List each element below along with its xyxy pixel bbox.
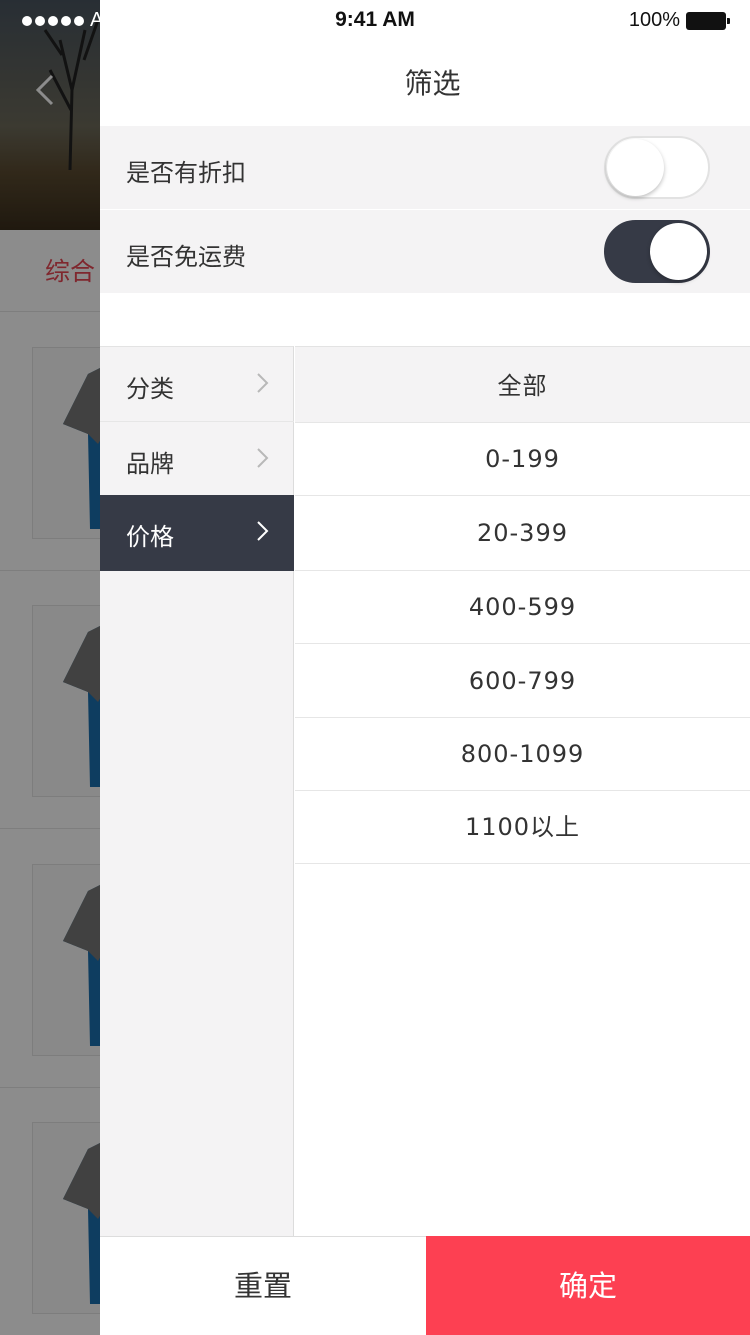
reset-button[interactable]: 重置 bbox=[100, 1237, 426, 1335]
category-sidebar: 分类 品牌 价格 bbox=[100, 346, 294, 1236]
free-shipping-switch-label: 是否免运费 bbox=[126, 243, 246, 271]
drawer-header: 筛选 bbox=[100, 42, 750, 126]
category-item-classification[interactable]: 分类 bbox=[100, 347, 294, 421]
chevron-right-icon bbox=[257, 521, 269, 541]
category-item-price[interactable]: 价格 bbox=[100, 495, 294, 571]
battery-icon bbox=[686, 11, 730, 30]
toggle-knob bbox=[650, 223, 707, 280]
status-right: 100% bbox=[629, 9, 730, 32]
chevron-right-icon bbox=[257, 373, 269, 393]
discount-toggle[interactable] bbox=[604, 136, 710, 199]
confirm-button[interactable]: 确定 bbox=[426, 1236, 750, 1335]
discount-switch-label: 是否有折扣 bbox=[126, 159, 246, 187]
battery-percentage: 100% bbox=[628, 9, 680, 31]
status-bar: AT&T 9:41 AM 100% bbox=[0, 0, 750, 42]
price-option[interactable]: 20-399 bbox=[295, 496, 750, 571]
price-option[interactable]: 0-199 bbox=[295, 423, 750, 496]
page-title: 筛选 bbox=[404, 67, 461, 100]
price-option-all[interactable]: 全部 bbox=[295, 347, 750, 423]
category-label: 分类 bbox=[126, 375, 174, 403]
price-option[interactable]: 400-599 bbox=[295, 571, 750, 644]
discount-switch-row: 是否有折扣 bbox=[100, 126, 750, 209]
drawer-footer: 重置 确定 bbox=[100, 1236, 750, 1335]
free-shipping-switch-row: 是否免运费 bbox=[100, 210, 750, 293]
price-option[interactable]: 800-1099 bbox=[295, 718, 750, 791]
price-option[interactable]: 600-799 bbox=[295, 644, 750, 718]
filter-drawer: 筛选 是否有折扣 是否免运费 分类 品牌 价格 全部 0-199 20-399 … bbox=[100, 0, 750, 1335]
free-shipping-toggle[interactable] bbox=[604, 220, 710, 283]
chevron-right-icon bbox=[257, 448, 269, 468]
price-options-list: 全部 0-199 20-399 400-599 600-799 800-1099… bbox=[295, 346, 750, 1236]
price-option[interactable]: 1100以上 bbox=[295, 791, 750, 864]
category-item-brand[interactable]: 品牌 bbox=[100, 421, 294, 495]
category-label: 品牌 bbox=[126, 450, 174, 478]
category-label: 价格 bbox=[126, 523, 174, 551]
toggle-knob bbox=[607, 139, 664, 196]
